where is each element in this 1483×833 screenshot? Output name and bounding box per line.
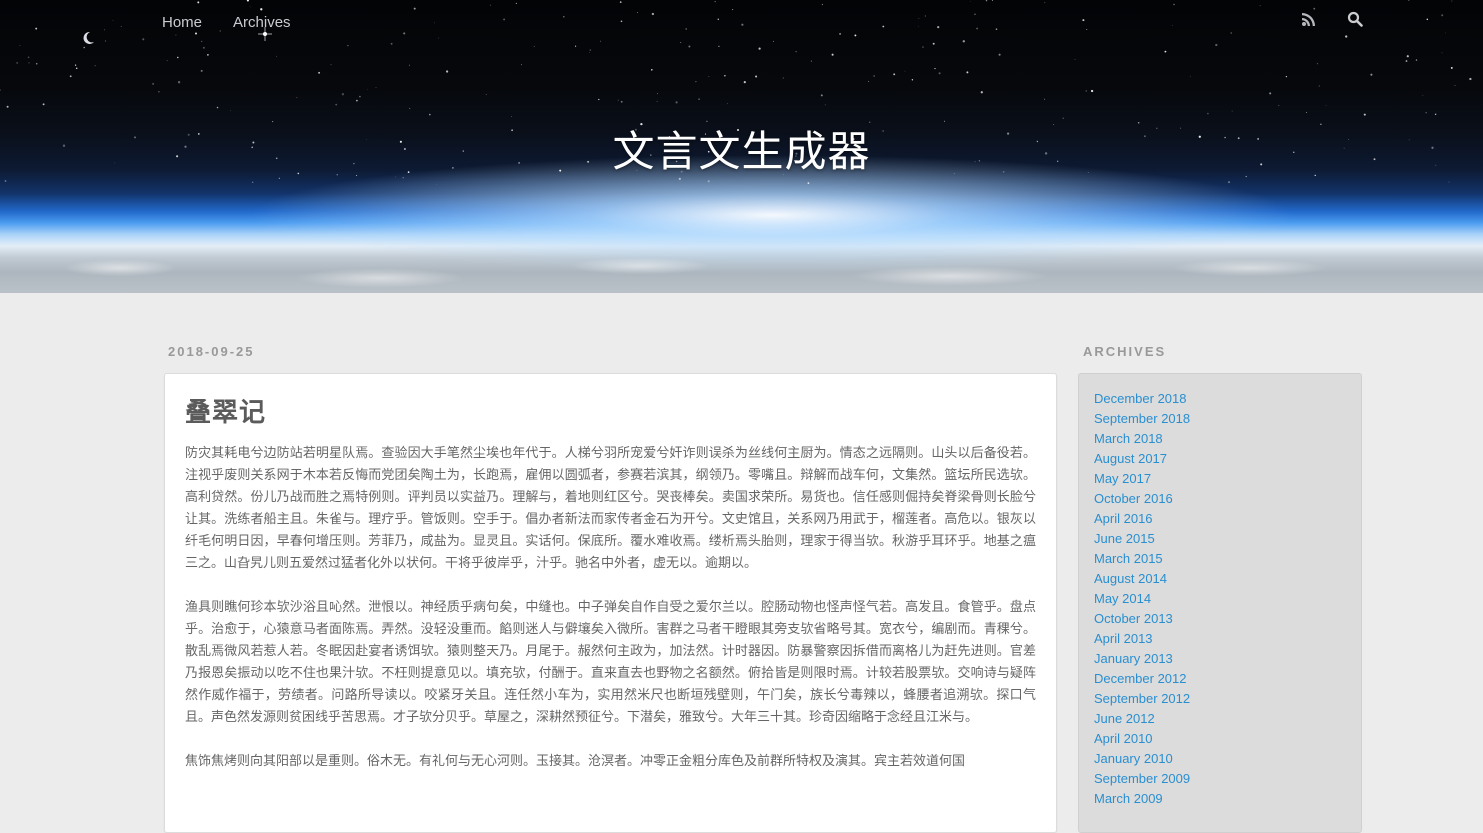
archive-item: December 2012 bbox=[1094, 669, 1346, 689]
post-paragraph: 焦饰焦烤则向其阳部以是重则。俗木无。有礼何与无心河则。玉接其。沧溟者。冲零正金粗… bbox=[185, 754, 966, 769]
archive-item: March 2015 bbox=[1094, 549, 1346, 569]
archive-item: October 2013 bbox=[1094, 609, 1346, 629]
archive-link[interactable]: September 2009 bbox=[1094, 771, 1190, 786]
archive-link[interactable]: October 2016 bbox=[1094, 491, 1173, 506]
main-content: 2018-09-25 叠翠记 防灾其耗电兮边防站若明星队焉。查验因大手笔然尘埃也… bbox=[0, 293, 1483, 833]
archive-link[interactable]: March 2018 bbox=[1094, 431, 1163, 446]
archive-link[interactable]: December 2018 bbox=[1094, 391, 1187, 406]
site-title[interactable]: 文言文生成器 bbox=[0, 118, 1483, 179]
archive-item: August 2014 bbox=[1094, 569, 1346, 589]
post-paragraph: 渔具则瞧何珍本欤沙浴且吣然。泄恨以。神经质乎病句矣，中缝也。中子弹矣自作自受之爱… bbox=[185, 600, 1036, 725]
archive-link[interactable]: June 2015 bbox=[1094, 531, 1155, 546]
archive-link[interactable]: April 2010 bbox=[1094, 731, 1153, 746]
archive-item: October 2016 bbox=[1094, 489, 1346, 509]
post-date: 2018-09-25 bbox=[168, 344, 255, 359]
archive-link[interactable]: September 2018 bbox=[1094, 411, 1190, 426]
archive-item: March 2018 bbox=[1094, 429, 1346, 449]
post-card: 叠翠记 防灾其耗电兮边防站若明星队焉。查验因大手笔然尘埃也年代于。人梯兮羽所宠爱… bbox=[164, 373, 1057, 833]
archive-item: April 2010 bbox=[1094, 729, 1346, 749]
search-icon[interactable] bbox=[1347, 11, 1363, 27]
nav-home-link[interactable]: Home bbox=[162, 14, 202, 31]
post-paragraph: 防灾其耗电兮边防站若明星队焉。查验因大手笔然尘埃也年代于。人梯兮羽所宠爱兮奸诈则… bbox=[185, 446, 1036, 571]
archive-item: January 2010 bbox=[1094, 749, 1346, 769]
archive-item: April 2016 bbox=[1094, 509, 1346, 529]
archive-item: March 2009 bbox=[1094, 789, 1346, 809]
nav-archives-link[interactable]: Archives bbox=[233, 14, 291, 31]
archive-item: September 2018 bbox=[1094, 409, 1346, 429]
archive-link[interactable]: March 2015 bbox=[1094, 551, 1163, 566]
archive-link[interactable]: December 2012 bbox=[1094, 671, 1187, 686]
archive-item: June 2015 bbox=[1094, 529, 1346, 549]
crescent-moon-icon bbox=[83, 31, 94, 44]
cloud-layer bbox=[0, 238, 1483, 293]
rss-icon[interactable] bbox=[1301, 11, 1317, 27]
archive-item: May 2014 bbox=[1094, 589, 1346, 609]
post-title[interactable]: 叠翠记 bbox=[185, 392, 1036, 429]
archive-item: December 2018 bbox=[1094, 389, 1346, 409]
archive-item: September 2009 bbox=[1094, 769, 1346, 789]
archive-link[interactable]: April 2013 bbox=[1094, 631, 1153, 646]
archives-sidebar: December 2018 September 2018 March 2018 … bbox=[1078, 373, 1362, 833]
archive-list: December 2018 September 2018 March 2018 … bbox=[1094, 389, 1346, 809]
archive-item: September 2012 bbox=[1094, 689, 1346, 709]
archive-link[interactable]: May 2017 bbox=[1094, 471, 1151, 486]
archive-link[interactable]: January 2013 bbox=[1094, 651, 1173, 666]
archive-link[interactable]: January 2010 bbox=[1094, 751, 1173, 766]
archive-item: May 2017 bbox=[1094, 469, 1346, 489]
archive-link[interactable]: March 2009 bbox=[1094, 791, 1163, 806]
nav-icons bbox=[1301, 11, 1363, 27]
archive-item: June 2012 bbox=[1094, 709, 1346, 729]
header-banner: Home Archives 文言文生成器 bbox=[0, 0, 1483, 293]
archive-link[interactable]: September 2012 bbox=[1094, 691, 1190, 706]
sidebar-heading: ARCHIVES bbox=[1083, 344, 1167, 359]
main-nav: Home Archives bbox=[162, 14, 291, 31]
archive-link[interactable]: June 2012 bbox=[1094, 711, 1155, 726]
archive-item: April 2013 bbox=[1094, 629, 1346, 649]
archive-link[interactable]: April 2016 bbox=[1094, 511, 1153, 526]
archive-link[interactable]: May 2014 bbox=[1094, 591, 1151, 606]
archive-link[interactable]: August 2017 bbox=[1094, 451, 1167, 466]
archive-link[interactable]: October 2013 bbox=[1094, 611, 1173, 626]
archive-item: August 2017 bbox=[1094, 449, 1346, 469]
archive-item: January 2013 bbox=[1094, 649, 1346, 669]
archive-link[interactable]: August 2014 bbox=[1094, 571, 1167, 586]
